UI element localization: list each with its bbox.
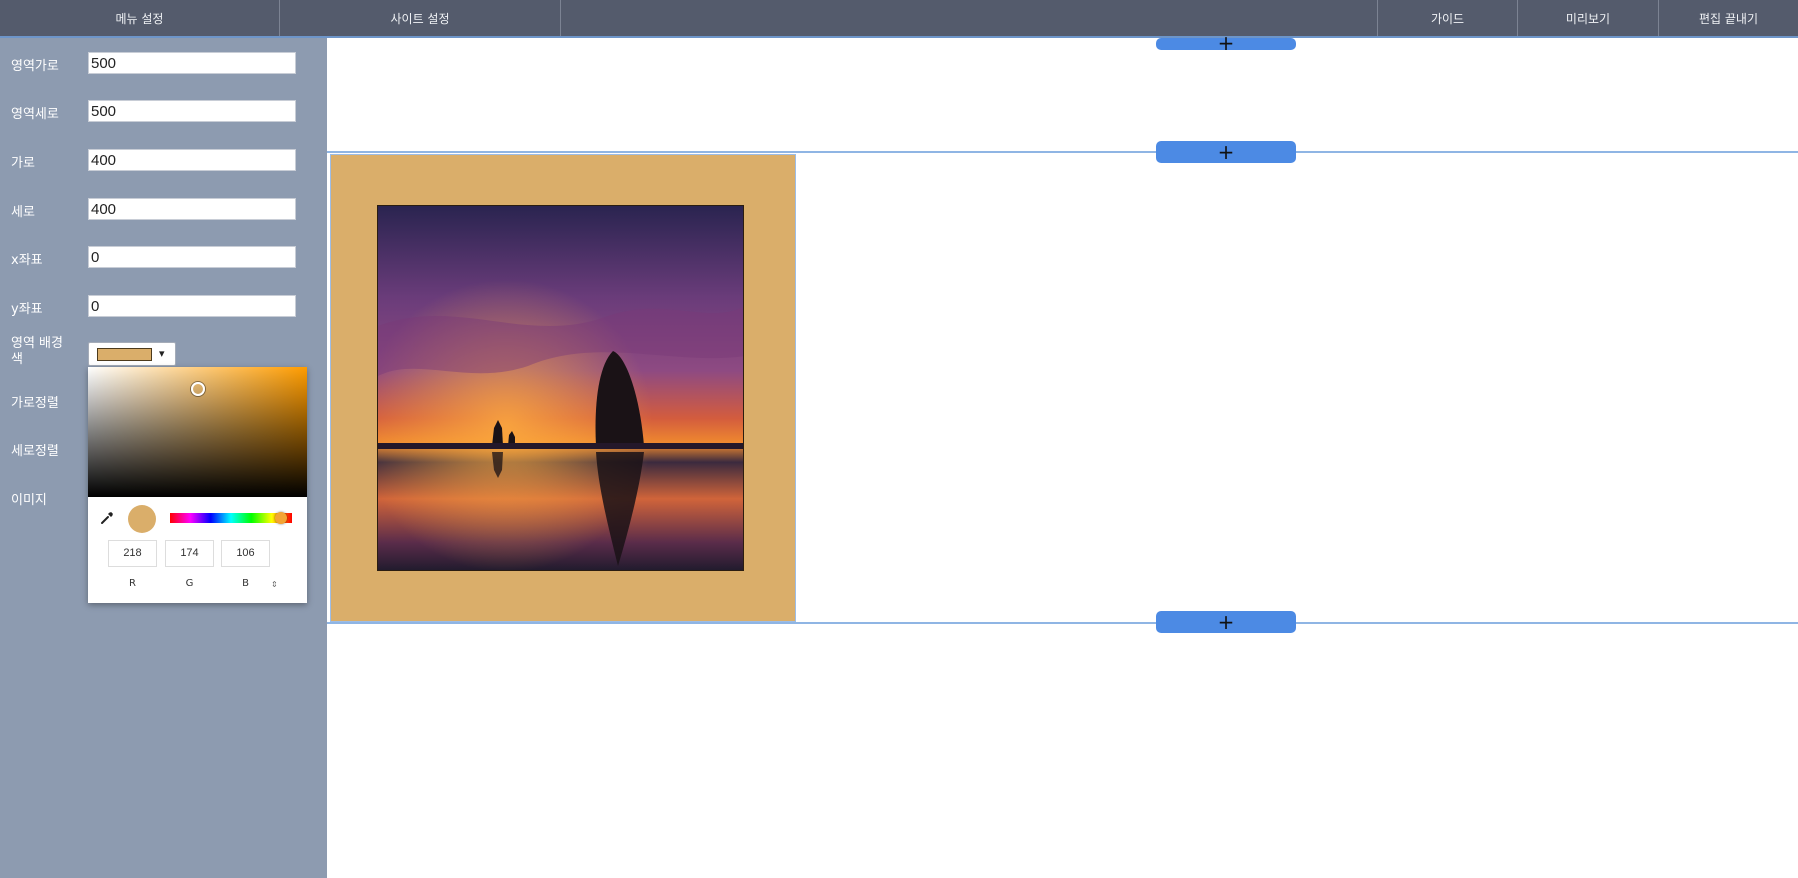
red-value-input[interactable]: 218	[108, 540, 157, 567]
sunset-photo[interactable]	[377, 205, 744, 571]
green-label: G	[185, 578, 194, 589]
blue-label: B	[242, 578, 249, 589]
editor-canvas: + + +	[327, 33, 1798, 878]
area-width-input[interactable]	[88, 52, 296, 74]
hue-slider[interactable]	[170, 513, 292, 523]
top-navigation-bar: 메뉴 설정 사이트 설정 가이드 미리보기 편집 끝내기	[0, 0, 1798, 38]
height-label: 세로	[11, 205, 35, 220]
x-coord-input[interactable]	[88, 246, 296, 268]
add-section-button-bottom[interactable]: +	[1156, 611, 1296, 633]
add-section-button[interactable]: +	[1156, 141, 1296, 163]
area-height-label: 영역세로	[11, 107, 59, 122]
saturation-value-area[interactable]	[88, 367, 307, 497]
y-coord-label: y좌표	[11, 302, 43, 317]
menu-settings-tab[interactable]: 메뉴 설정	[0, 0, 280, 36]
area-height-input[interactable]	[88, 100, 296, 122]
width-input[interactable]	[88, 149, 296, 171]
site-settings-tab[interactable]: 사이트 설정	[280, 0, 561, 36]
color-picker: 218 174 106 R G B ⇕	[88, 367, 307, 603]
blue-value-input[interactable]: 106	[221, 540, 270, 567]
y-coord-input[interactable]	[88, 295, 296, 317]
eyedropper-icon[interactable]	[100, 511, 114, 525]
height-input[interactable]	[88, 198, 296, 220]
guide-button[interactable]: 가이드	[1377, 0, 1517, 36]
width-label: 가로	[11, 156, 35, 171]
x-coord-row: x좌표	[0, 246, 327, 270]
section-guide-line	[327, 151, 1798, 153]
area-width-row: 영역가로	[0, 52, 327, 76]
saturation-value-handle[interactable]	[191, 382, 205, 396]
settings-panel: 영역가로 영역세로 가로 세로 x좌표 y좌표 영역 배경 색 ▾ 가로정렬 세…	[0, 38, 327, 878]
width-row: 가로	[0, 149, 327, 173]
area-bg-color-label: 영역 배경	[11, 336, 63, 351]
image-label: 이미지	[11, 493, 47, 508]
selected-color-preview	[128, 505, 156, 533]
bg-color-dropdown[interactable]: ▾	[88, 342, 176, 366]
bg-color-swatch	[97, 348, 152, 361]
area-bg-color-label-cont: 색	[11, 352, 23, 367]
v-align-label: 세로정렬	[11, 444, 59, 459]
y-coord-row: y좌표	[0, 295, 327, 319]
green-value-input[interactable]: 174	[165, 540, 214, 567]
format-toggle-icon[interactable]: ⇕	[271, 580, 278, 589]
area-width-label: 영역가로	[11, 59, 59, 74]
area-height-row: 영역세로	[0, 100, 327, 124]
preview-button[interactable]: 미리보기	[1517, 0, 1658, 36]
hue-slider-handle[interactable]	[275, 512, 287, 524]
section-guide-line-bottom	[327, 622, 1798, 624]
x-coord-label: x좌표	[11, 253, 43, 268]
content-area[interactable]	[330, 154, 796, 622]
finish-edit-button[interactable]: 편집 끝내기	[1658, 0, 1798, 36]
h-align-label: 가로정렬	[11, 396, 59, 411]
add-section-button-top[interactable]: +	[1156, 33, 1296, 53]
chevron-down-icon: ▾	[159, 347, 165, 360]
height-row: 세로	[0, 198, 327, 222]
red-label: R	[129, 578, 136, 589]
